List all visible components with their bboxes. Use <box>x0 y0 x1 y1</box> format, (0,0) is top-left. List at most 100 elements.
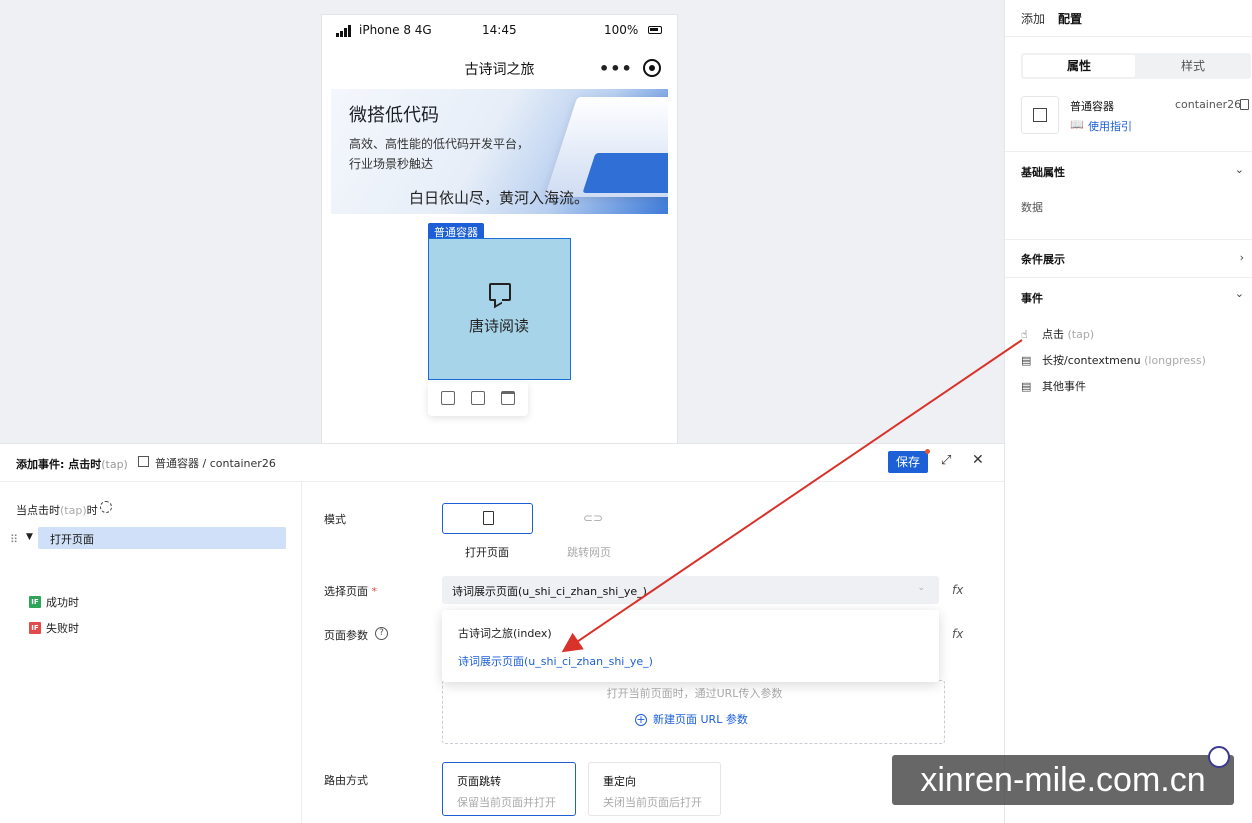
capsule-close-icon[interactable] <box>643 59 661 77</box>
page-params-area: 打开当前页面时，通过URL传入参数 + 新建页面 URL 参数 <box>442 680 945 744</box>
banner-title: 微搭低代码 <box>349 105 439 126</box>
banner-subtitle: 行业场景秒触达 <box>349 157 434 171</box>
event-label: 长按/contextmenu <box>1042 354 1141 367</box>
component-toolbar <box>428 382 528 416</box>
event-editor-panel: 添加事件: 点击时(tap) 普通容器 / container26 保存 ⤢ ✕… <box>0 443 1004 823</box>
component-id: container26 <box>1175 98 1242 111</box>
event-other[interactable]: ▤ 其他事件 <box>1021 378 1086 394</box>
mode-web-link-label: 跳转网页 <box>567 546 611 559</box>
status-time: 14:45 <box>482 23 517 37</box>
status-bar: iPhone 8 4G 14:45 100% <box>322 15 677 45</box>
divider <box>1005 36 1252 37</box>
config-panel: 添加 配置 属性 样式 普通容器 container26 📖 使用指引 基础属性… <box>1004 0 1252 823</box>
divider <box>1005 151 1252 152</box>
required-mark: * <box>371 585 378 598</box>
container-icon <box>138 456 149 467</box>
banner-poem-text: 白日依山尽，黄河入海流。 <box>409 189 590 207</box>
event-label: 点击 <box>1042 328 1064 341</box>
divider <box>1005 239 1252 240</box>
page-select[interactable]: 诗词展示页面(u_shi_ci_zhan_shi_ye_) ⌄ <box>442 576 939 604</box>
event-label: 其他事件 <box>1042 380 1086 393</box>
battery-icon <box>648 26 662 34</box>
segment-style[interactable]: 样式 <box>1137 55 1249 77</box>
copy-icon[interactable] <box>1240 99 1249 110</box>
component-name: 普通容器 <box>1070 100 1114 113</box>
expand-icon[interactable]: ⤢ <box>941 453 951 468</box>
gear-icon[interactable] <box>100 501 112 513</box>
usage-guide-link[interactable]: 使用指引 <box>1088 118 1132 134</box>
more-icon[interactable]: ••• <box>599 59 633 78</box>
section-conditional-display[interactable]: 条件展示 <box>1021 251 1065 267</box>
plus-circle-icon: + <box>635 713 647 726</box>
tab-add[interactable]: 添加 <box>1021 10 1045 27</box>
breadcrumb: 普通容器 / container26 <box>155 457 276 470</box>
page-params-label: 页面参数 <box>324 629 368 642</box>
trash-icon[interactable] <box>501 391 515 405</box>
route-option-title: 页面跳转 <box>457 775 501 788</box>
trigger-text: 当点击时 <box>16 504 60 517</box>
route-mode-label: 路由方式 <box>324 774 368 787</box>
formula-icon[interactable]: fx <box>952 627 963 641</box>
editor-canvas: iPhone 8 4G 14:45 100% 古诗词之旅 ••• 微搭低代码 高… <box>0 0 1004 454</box>
chevron-down-icon: ⌄ <box>917 583 925 593</box>
page-dropdown-menu: 古诗词之旅(index) 诗词展示页面(u_shi_ci_zhan_shi_ye… <box>442 610 939 682</box>
divider <box>1005 277 1252 278</box>
banner-image[interactable]: 微搭低代码 高效、高性能的低代码开发平台， 行业场景秒触达 白日依山尽，黄河入海… <box>331 89 668 214</box>
calendar-icon: ▤ <box>1021 354 1032 367</box>
mode-web-link-button[interactable]: ⊂⊃ <box>560 503 620 534</box>
route-navigate-option[interactable]: 页面跳转 保留当前页面并打开 <box>442 762 576 816</box>
container-component-icon <box>1021 96 1059 134</box>
event-hint: (tap) <box>1067 328 1095 341</box>
chevron-right-icon[interactable]: › <box>1240 251 1244 264</box>
tab-config[interactable]: 配置 <box>1058 10 1082 27</box>
on-success-branch[interactable]: 成功时 <box>46 594 79 610</box>
if-badge: IF <box>29 596 41 608</box>
page-select-value: 诗词展示页面(u_shi_ci_zhan_shi_ye_) <box>452 585 647 598</box>
caret-down-icon[interactable]: ▼ <box>26 532 33 542</box>
route-option-desc: 关闭当前页面后打开 <box>603 796 702 809</box>
container-label: 唐诗阅读 <box>468 317 529 335</box>
trigger-suffix: 时 <box>86 504 98 517</box>
assistant-logo-icon[interactable] <box>1208 746 1230 768</box>
signal-icon <box>336 25 351 37</box>
trigger-label: 当点击时(tap)时 <box>16 502 98 518</box>
label-text: 选择页面 <box>324 585 368 598</box>
selected-container[interactable]: 唐诗阅读 <box>428 238 571 380</box>
route-redirect-option[interactable]: 重定向 关闭当前页面后打开 <box>588 762 721 816</box>
event-hint: (longpress) <box>1144 354 1206 367</box>
banner-illustration-card <box>582 153 668 193</box>
save-button[interactable]: 保存 <box>888 451 928 473</box>
event-longpress[interactable]: ▤ 长按/contextmenu (longpress) <box>1021 352 1206 368</box>
action-open-page[interactable]: 打开页面 <box>38 527 286 549</box>
close-icon[interactable]: ✕ <box>972 452 984 468</box>
dropdown-option[interactable]: 古诗词之旅(index) <box>458 625 552 641</box>
unsaved-dot <box>925 449 930 454</box>
drag-handle-icon[interactable]: ⠿ <box>10 533 18 546</box>
copy-icon[interactable] <box>471 391 485 405</box>
chevron-down-icon[interactable]: ⌄ <box>1235 163 1244 176</box>
message-icon <box>489 283 511 301</box>
link-icon: ⊂⊃ <box>583 511 604 525</box>
section-basic-properties[interactable]: 基础属性 <box>1021 164 1065 180</box>
route-option-title: 重定向 <box>603 775 636 788</box>
section-events[interactable]: 事件 <box>1021 290 1043 306</box>
calendar-icon: ▤ <box>1021 380 1032 393</box>
add-url-param-button[interactable]: + 新建页面 URL 参数 <box>635 711 748 727</box>
segment-properties[interactable]: 属性 <box>1023 55 1135 77</box>
event-tap[interactable]: ☝ 点击 (tap) <box>1021 326 1094 342</box>
phone-preview: iPhone 8 4G 14:45 100% 古诗词之旅 ••• 微搭低代码 高… <box>321 14 678 454</box>
book-icon: 📖 <box>1070 118 1084 131</box>
dropdown-option-selected[interactable]: 诗词展示页面(u_shi_ci_zhan_shi_ye_) <box>458 653 653 669</box>
page-icon <box>483 511 494 525</box>
help-icon[interactable]: ? <box>375 627 388 640</box>
params-hint: 打开当前页面时，通过URL传入参数 <box>606 687 783 700</box>
formula-icon[interactable]: fx <box>952 583 963 597</box>
title-hint: (tap) <box>101 458 128 471</box>
chevron-down-icon[interactable]: ⌄ <box>1235 287 1244 300</box>
save-icon[interactable] <box>441 391 455 405</box>
mode-open-page-button[interactable] <box>442 503 533 534</box>
on-fail-branch[interactable]: 失败时 <box>46 620 79 636</box>
select-page-label: 选择页面 * <box>324 583 377 599</box>
tap-icon: ☝ <box>1021 328 1028 341</box>
watermark: xinren-mile.com.cn <box>892 755 1234 805</box>
